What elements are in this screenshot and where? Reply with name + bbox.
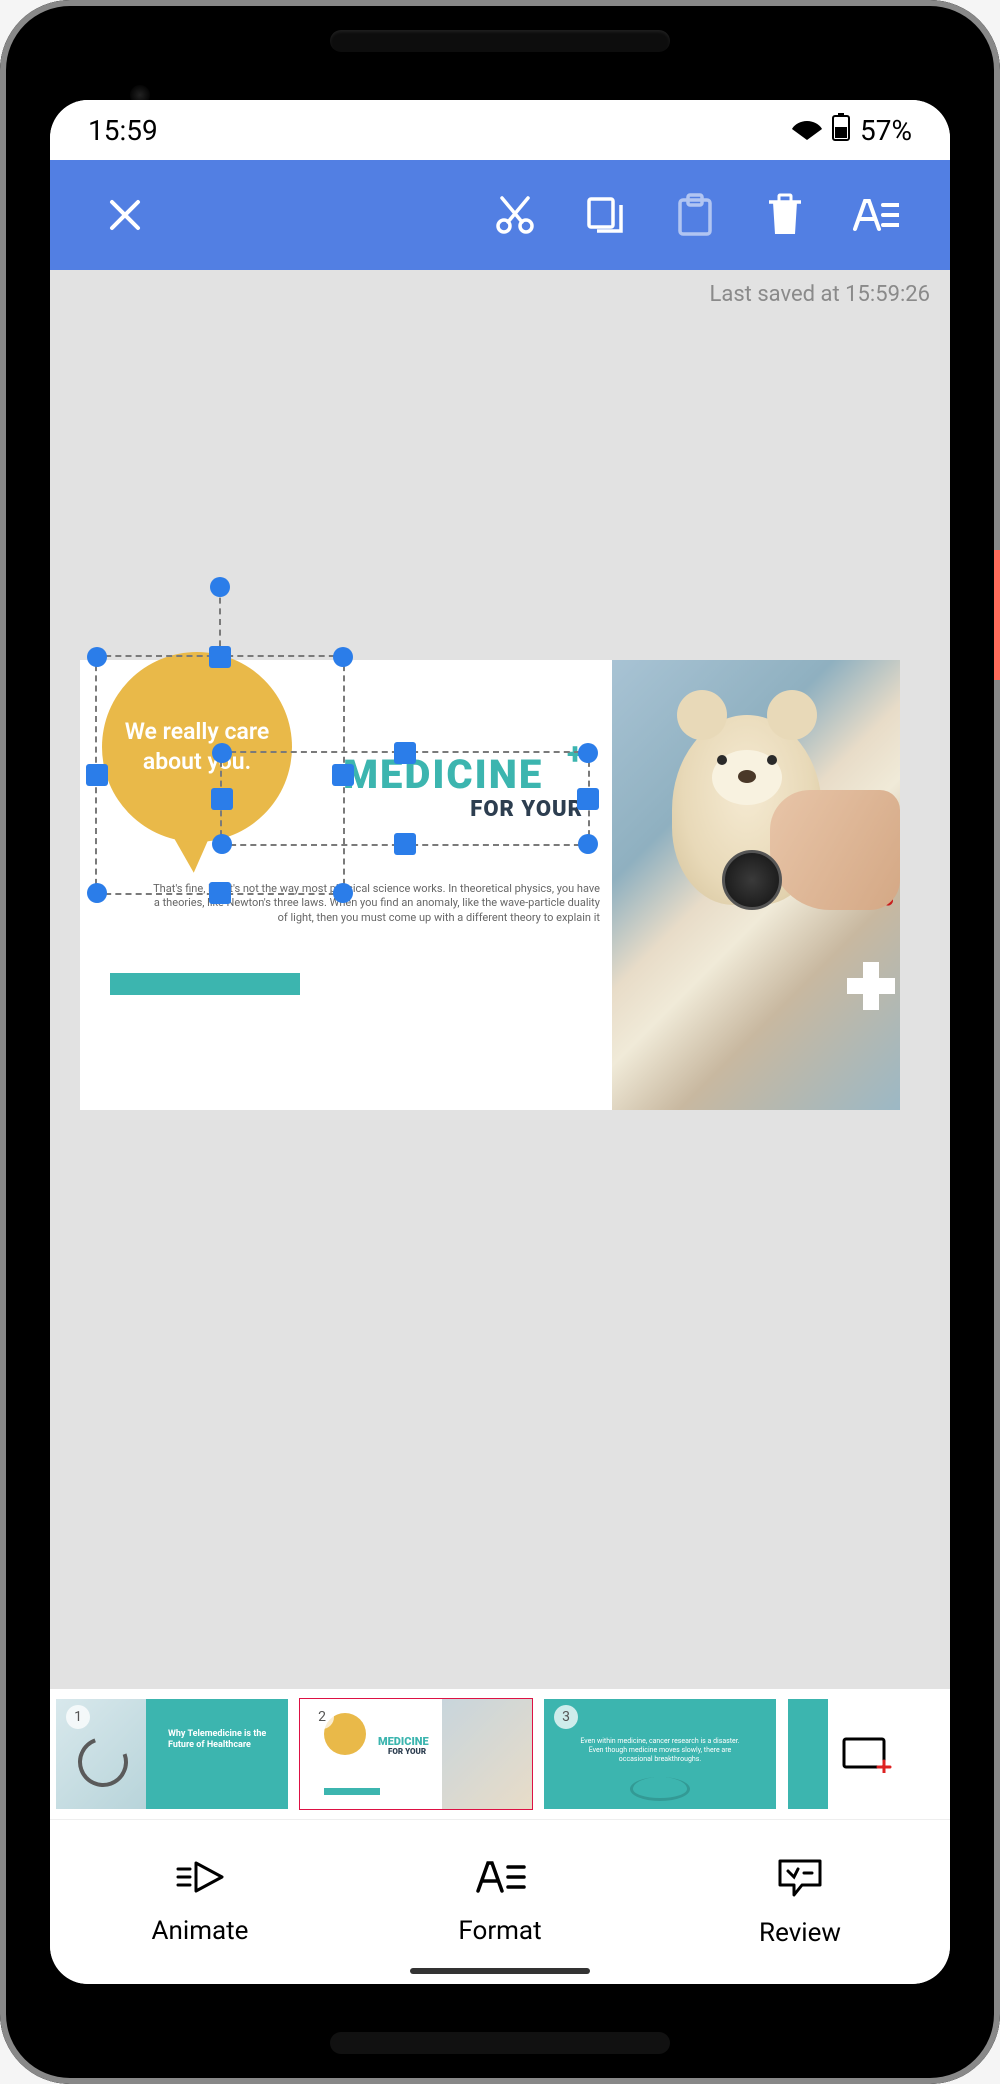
bottom-nav: Animate Format Review <box>50 1819 950 1984</box>
slide-thumbnail-4[interactable] <box>788 1699 828 1809</box>
cross-icon-teal: + <box>567 737 583 772</box>
status-right: 57% <box>792 113 912 148</box>
nav-label: Animate <box>152 1916 249 1946</box>
body-text[interactable]: That's fine, but it's not the way most p… <box>150 882 600 925</box>
copy-button[interactable] <box>560 170 650 260</box>
slide-image[interactable] <box>612 660 900 1110</box>
cut-button[interactable] <box>470 170 560 260</box>
thumbnail-strip[interactable]: 1 Why Telemedicine is the Future of Heal… <box>50 1689 950 1819</box>
delete-button[interactable] <box>740 170 830 260</box>
rotation-handle[interactable] <box>210 577 230 597</box>
bubble-text: We really care about you. <box>122 717 272 777</box>
thumb-number: 2 <box>310 1705 334 1729</box>
hand-graphic <box>770 790 900 910</box>
text-format-button[interactable] <box>830 170 920 260</box>
thumb-text: Even within medicine, cancer research is… <box>575 1737 745 1764</box>
format-icon <box>474 1859 526 1902</box>
review-icon <box>776 1857 824 1904</box>
status-battery: 57% <box>860 114 912 147</box>
thumb-number: 3 <box>554 1705 578 1729</box>
screen: 15:59 57% <box>50 100 950 1984</box>
status-time: 15:59 <box>88 114 158 147</box>
slide-canvas[interactable]: We really care about you. + MEDICINE FOR… <box>80 660 900 1110</box>
headline-block[interactable]: + MEDICINE FOR YOUR <box>343 755 583 822</box>
thumb-title: Why Telemedicine is the Future of Health… <box>168 1729 276 1751</box>
slide-thumbnail-2[interactable]: 2 MEDICINE FOR YOUR <box>300 1699 532 1809</box>
status-bar: 15:59 57% <box>50 100 950 160</box>
phone-frame: 15:59 57% <box>0 0 1000 2084</box>
headline-main: MEDICINE <box>343 755 583 795</box>
home-indicator[interactable] <box>410 1968 590 1974</box>
nav-review[interactable]: Review <box>650 1820 950 1984</box>
slide-thumbnail-1[interactable]: 1 Why Telemedicine is the Future of Heal… <box>56 1699 288 1809</box>
nav-label: Review <box>759 1918 841 1948</box>
add-slide-button[interactable] <box>840 1730 894 1778</box>
rotation-line <box>219 587 221 657</box>
close-button[interactable] <box>80 170 170 260</box>
nav-label: Format <box>458 1916 541 1946</box>
stethoscope-head <box>722 850 782 910</box>
cross-icon-white <box>847 962 895 1010</box>
nav-format[interactable]: Format <box>350 1820 650 1984</box>
animate-icon <box>174 1859 226 1902</box>
nav-animate[interactable]: Animate <box>50 1820 350 1984</box>
last-saved-text: Last saved at 15:59:26 <box>710 282 931 307</box>
battery-icon <box>832 113 850 148</box>
speech-bubble[interactable]: We really care about you. <box>102 652 292 842</box>
thumb-number: 1 <box>66 1705 90 1729</box>
slide-thumbnail-3[interactable]: 3 Even within medicine, cancer research … <box>544 1699 776 1809</box>
wifi-icon <box>792 114 822 147</box>
phone-speaker-bottom <box>330 2032 670 2054</box>
thumb-subhead: FOR YOUR <box>388 1747 426 1756</box>
paste-button[interactable] <box>650 170 740 260</box>
phone-side-button <box>994 550 1000 680</box>
canvas-area[interactable]: Last saved at 15:59:26 We r <box>50 270 950 1689</box>
headline-sub: FOR YOUR <box>343 797 583 822</box>
accent-bar[interactable] <box>110 973 300 995</box>
toolbar <box>50 160 950 270</box>
phone-speaker <box>330 30 670 52</box>
